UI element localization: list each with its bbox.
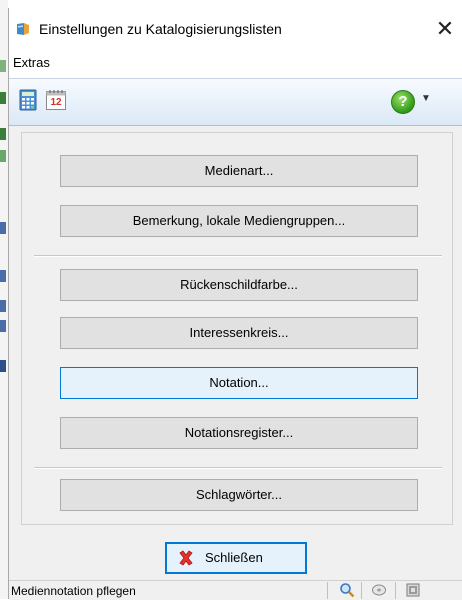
schliessen-label: Schließen [205, 550, 263, 565]
medienart-button[interactable]: Medienart... [60, 155, 418, 187]
notationsregister-button[interactable]: Notationsregister... [60, 417, 418, 449]
menu-bar: Extras [9, 48, 462, 78]
title-bar: Einstellungen zu Katalogisierungslisten … [9, 8, 462, 48]
window-title: Einstellungen zu Katalogisierungslisten [39, 21, 282, 37]
status-divider [361, 582, 362, 599]
calendar-button[interactable]: 12 [45, 89, 67, 111]
settings-panel: Medienart... Bemerkung, lokale Mediengru… [21, 132, 453, 525]
schlagwoerter-button[interactable]: Schlagwörter... [60, 479, 418, 511]
disk-icon[interactable] [371, 582, 387, 598]
status-divider [395, 582, 396, 599]
toolbar: 12 ? ▼ [9, 78, 462, 126]
notation-button[interactable]: Notation... [60, 367, 418, 399]
status-text: Mediennotation pflegen [11, 584, 136, 598]
menu-extras[interactable]: Extras [13, 55, 50, 70]
calculator-icon[interactable] [17, 89, 39, 111]
background-app-strip [0, 0, 8, 599]
status-divider [327, 582, 328, 599]
help-button[interactable]: ? [391, 90, 415, 114]
status-bar: Mediennotation pflegen [9, 580, 462, 600]
search-icon[interactable] [339, 582, 355, 598]
settings-icon[interactable] [405, 582, 421, 598]
rueckenschildfarbe-button[interactable]: Rückenschildfarbe... [60, 269, 418, 301]
help-dropdown-icon[interactable]: ▼ [421, 93, 431, 104]
settings-dialog: Einstellungen zu Katalogisierungslisten … [8, 8, 462, 600]
schliessen-button[interactable]: Schließen [165, 542, 307, 574]
calendar-day: 12 [50, 97, 62, 108]
interessenkreis-button[interactable]: Interessenkreis... [60, 317, 418, 349]
bemerkung-button[interactable]: Bemerkung, lokale Mediengruppen... [60, 205, 418, 237]
separator [34, 467, 442, 469]
separator [34, 255, 442, 257]
close-x-icon [179, 550, 193, 566]
app-icon [17, 23, 29, 35]
close-window-button[interactable]: ✕ [427, 14, 462, 44]
